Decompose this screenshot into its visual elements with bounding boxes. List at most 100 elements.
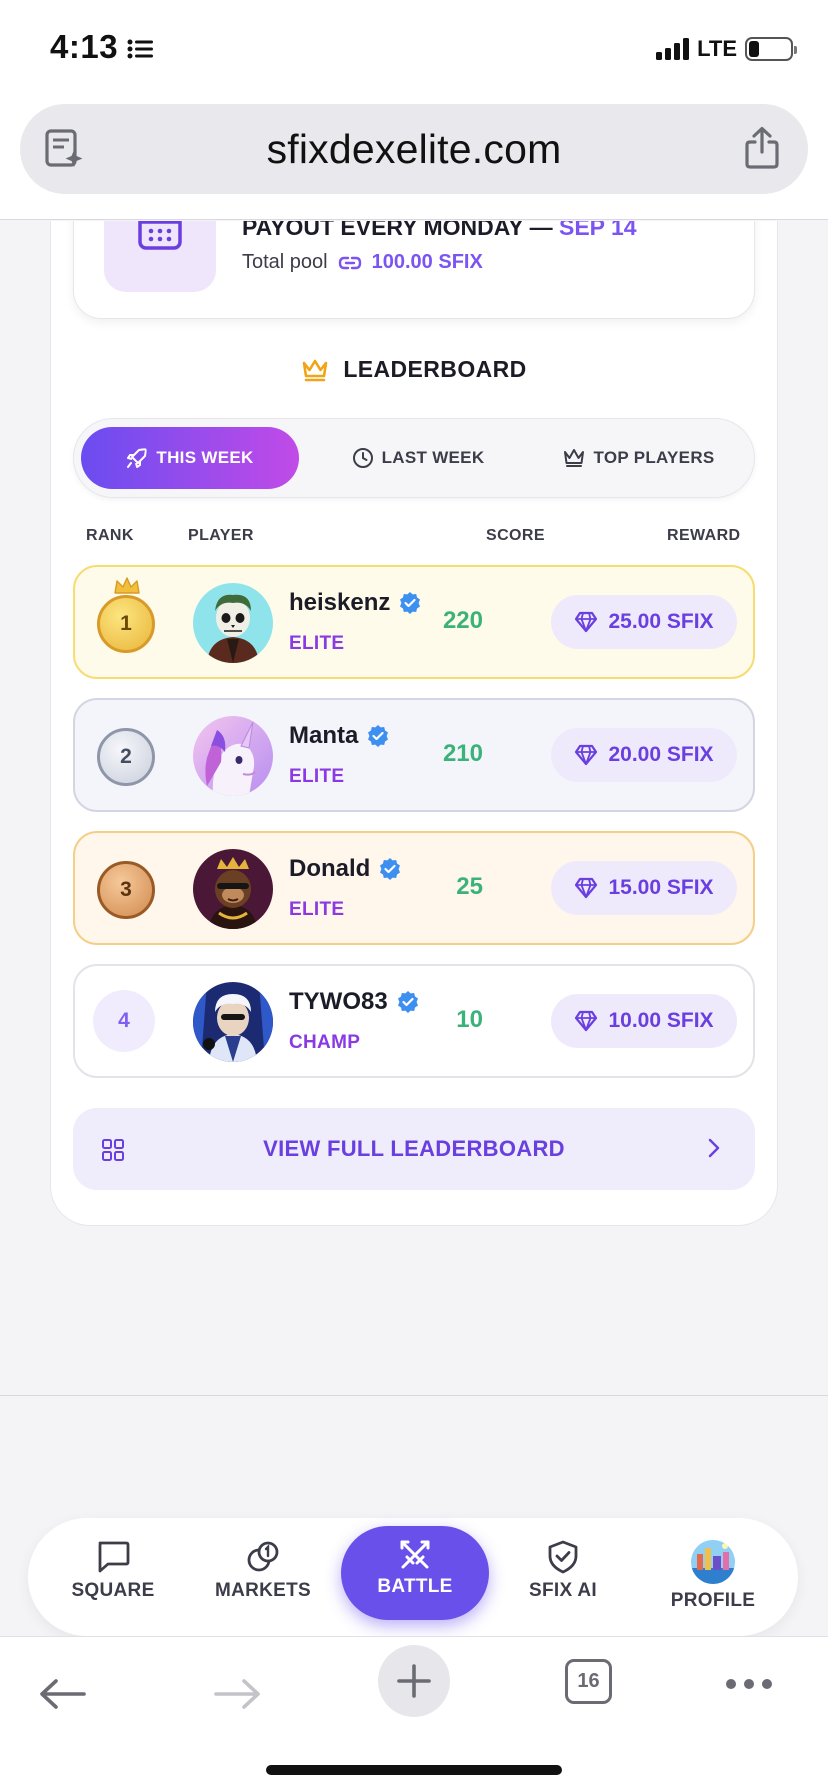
chevron-right-icon xyxy=(708,1138,720,1158)
avatar xyxy=(193,982,273,1062)
address-bar[interactable]: sfixdexelite.com xyxy=(20,104,808,194)
page-content: PAYOUT EVERY MONDAY — SEP 14 Total pool … xyxy=(0,221,828,1396)
rocket-icon xyxy=(127,448,148,468)
browser-toolbar: 16 xyxy=(0,1636,828,1792)
coins-icon xyxy=(247,1541,279,1572)
list-icon xyxy=(127,39,153,59)
col-score: SCORE xyxy=(486,527,545,544)
share-icon[interactable] xyxy=(744,126,780,170)
avatar xyxy=(193,583,273,663)
reward-pill: 20.00 SFIX xyxy=(551,728,737,782)
rank-badge: 4 xyxy=(93,990,155,1052)
player-name-text: TYWO83 xyxy=(289,988,388,1015)
view-full-label: VIEW FULL LEADERBOARD xyxy=(263,1136,565,1161)
network-label: LTE xyxy=(697,36,737,61)
reward-amount: 15.00 SFIX xyxy=(608,876,714,899)
gold-crown-icon xyxy=(114,577,140,594)
nav-square-label: SQUARE xyxy=(71,1580,155,1601)
diamond-icon xyxy=(575,1010,598,1032)
player-score: 10 xyxy=(456,1006,483,1033)
forward-arrow-icon[interactable] xyxy=(212,1677,262,1711)
pool-amount: 100.00 SFIX xyxy=(371,251,483,273)
player-score: 25 xyxy=(456,873,483,900)
status-bar: 4:13 LTE xyxy=(0,0,828,100)
tab-last-week[interactable]: LAST WEEK xyxy=(309,427,527,489)
nav-profile-label: PROFILE xyxy=(670,1590,756,1611)
reward-pill: 25.00 SFIX xyxy=(551,595,737,649)
reward-amount: 10.00 SFIX xyxy=(608,1009,714,1032)
nav-markets[interactable]: MARKETS xyxy=(193,1540,333,1620)
crown-outline-icon xyxy=(564,449,585,467)
tab-top-players-label: TOP PLAYERS xyxy=(593,448,715,467)
reward-amount: 25.00 SFIX xyxy=(608,610,714,633)
table-row[interactable]: 4 TYWO83 CHAMP 10 10.00 SFIX xyxy=(73,964,755,1078)
player-tier: ELITE xyxy=(289,633,345,654)
leaderboard-header: LEADERBOARD xyxy=(0,356,828,383)
clock-icon xyxy=(352,448,373,468)
player-score: 210 xyxy=(442,740,483,767)
home-indicator xyxy=(266,1765,562,1775)
pool-line: Total pool 100.00 SFIX xyxy=(242,251,483,274)
player-tier: ELITE xyxy=(289,899,345,920)
avatar xyxy=(193,849,273,929)
signal-icon xyxy=(656,38,690,60)
rank-medal-silver: 2 xyxy=(97,728,155,786)
tab-this-week[interactable]: THIS WEEK xyxy=(81,427,299,489)
nav-markets-label: MARKETS xyxy=(214,1580,312,1601)
app-bottom-nav: SQUARE MARKETS BATTLE SFIX AI PROFILE xyxy=(28,1518,798,1636)
payout-title: PAYOUT EVERY MONDAY — SEP 14 xyxy=(242,221,637,241)
reward-pill: 10.00 SFIX xyxy=(551,994,737,1048)
crown-icon xyxy=(303,359,328,381)
table-row[interactable]: 1 heiskenz ELITE 220 25.00 SFIX xyxy=(73,565,755,679)
rank-medal-bronze: 3 xyxy=(97,861,155,919)
back-arrow-icon[interactable] xyxy=(38,1677,88,1711)
shield-check-icon xyxy=(548,1540,578,1574)
tab-last-week-label: LAST WEEK xyxy=(381,448,485,467)
pool-label: Total pool xyxy=(242,251,328,273)
col-rank: RANK xyxy=(86,527,134,544)
status-time: 4:13 xyxy=(50,28,119,65)
tab-top-players[interactable]: TOP PLAYERS xyxy=(529,427,749,489)
player-score: 220 xyxy=(442,607,483,634)
leaderboard-title: LEADERBOARD xyxy=(343,356,527,382)
table-row[interactable]: 2 Manta ELITE 210 20.00 SFIX xyxy=(73,698,755,812)
url-text[interactable]: sfixdexelite.com xyxy=(20,126,808,173)
payout-date: SEP 14 xyxy=(558,221,637,240)
nav-sfix-ai-label: SFIX AI xyxy=(529,1580,597,1601)
battery-icon xyxy=(745,37,797,61)
calendar-icon xyxy=(138,221,182,250)
payout-title-text: PAYOUT EVERY MONDAY — xyxy=(242,221,559,240)
player-tier: CHAMP xyxy=(289,1032,361,1053)
link-icon xyxy=(338,256,361,269)
diamond-icon xyxy=(575,877,598,899)
payout-icon-box xyxy=(104,221,216,292)
chat-bubble-icon xyxy=(98,1541,130,1573)
table-row[interactable]: 3 Donald ELITE 25 15.00 SFIX xyxy=(73,831,755,945)
status-indicators: LTE xyxy=(656,36,797,62)
nav-battle-label: BATTLE xyxy=(377,1576,453,1597)
col-reward: REWARD xyxy=(667,527,741,544)
reward-pill: 15.00 SFIX xyxy=(551,861,737,915)
profile-avatar xyxy=(691,1540,735,1584)
more-menu-icon[interactable] xyxy=(726,1679,772,1689)
tab-this-week-label: THIS WEEK xyxy=(156,448,254,467)
payout-card: PAYOUT EVERY MONDAY — SEP 14 Total pool … xyxy=(73,221,755,319)
rank-medal-gold: 1 xyxy=(97,595,155,653)
browser-address-area: sfixdexelite.com xyxy=(0,100,828,220)
leaderboard-tabs: THIS WEEK LAST WEEK TOP PLAYERS xyxy=(73,418,755,498)
new-tab-button[interactable] xyxy=(378,1645,450,1717)
nav-square[interactable]: SQUARE xyxy=(43,1540,183,1620)
reward-amount: 20.00 SFIX xyxy=(608,743,714,766)
divider xyxy=(0,1395,828,1396)
diamond-icon xyxy=(575,744,598,766)
player-name-text: Manta xyxy=(289,722,359,749)
tab-switcher-button[interactable]: 16 xyxy=(565,1659,612,1704)
nav-battle[interactable]: BATTLE xyxy=(341,1526,489,1620)
diamond-icon xyxy=(575,611,598,633)
view-full-leaderboard-button[interactable]: VIEW FULL LEADERBOARD xyxy=(73,1108,755,1190)
nav-sfix-ai[interactable]: SFIX AI xyxy=(493,1540,633,1620)
plus-icon xyxy=(397,1664,431,1698)
nav-profile[interactable]: PROFILE xyxy=(643,1540,783,1620)
col-player: PLAYER xyxy=(188,527,254,544)
avatar xyxy=(193,716,273,796)
